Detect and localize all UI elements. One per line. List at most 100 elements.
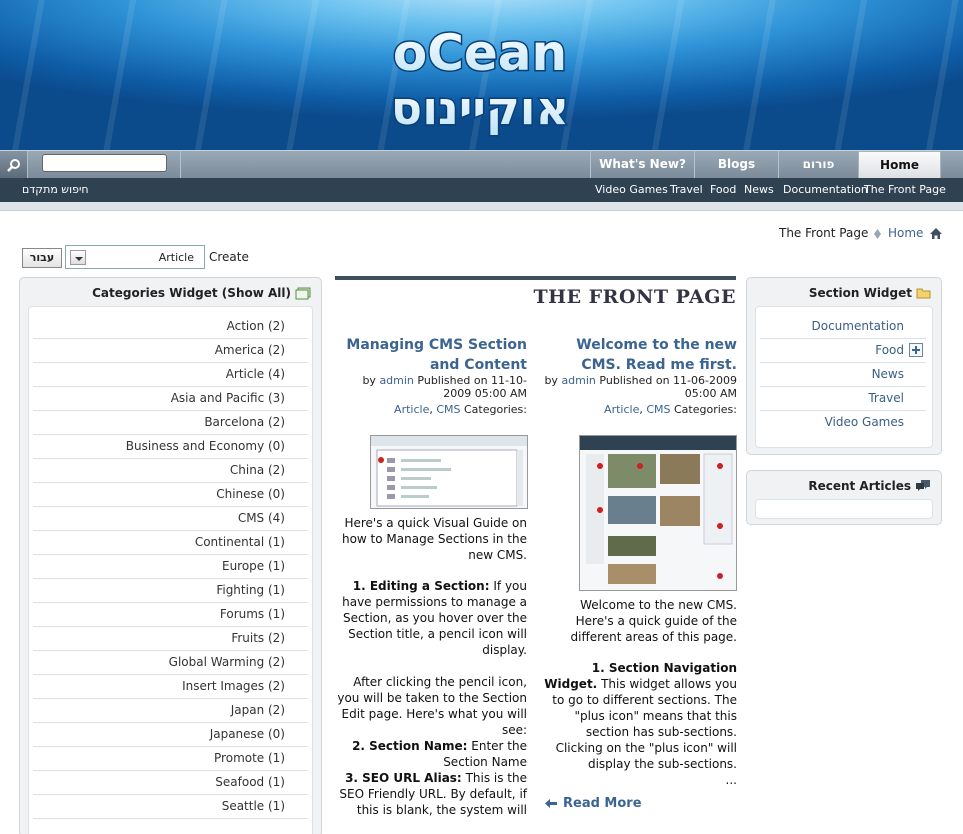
folder-icon bbox=[916, 288, 931, 299]
article1-published: Published on 11-06-2009 05:00 AM bbox=[599, 374, 737, 400]
categories-widget-title: Categories Widget (Show All) bbox=[92, 286, 291, 300]
section-item[interactable]: Video Games bbox=[825, 415, 904, 429]
category-divider bbox=[33, 602, 307, 603]
category-item[interactable]: Fighting (1) bbox=[216, 583, 285, 597]
article1-ellipsis: ... bbox=[725, 773, 737, 787]
category-divider bbox=[33, 482, 307, 483]
breadcrumb-separator-icon bbox=[874, 229, 881, 239]
read-more-label: Read More bbox=[563, 796, 642, 811]
category-item[interactable]: Chinese (0) bbox=[216, 487, 285, 501]
category-item[interactable]: Japan (2) bbox=[231, 703, 285, 717]
search-button[interactable] bbox=[0, 151, 28, 178]
article2-para4-head: 3. SEO URL Alias: bbox=[345, 771, 462, 785]
main-nav: What's New? Blogs פורום Home bbox=[0, 150, 963, 179]
logo-bottom-text: אוקיינוס bbox=[391, 81, 569, 135]
category-item[interactable]: Global Warming (2) bbox=[169, 655, 285, 669]
subnav-travel[interactable]: Travel bbox=[670, 183, 703, 196]
category-divider bbox=[33, 578, 307, 579]
category-item[interactable]: Promote (1) bbox=[214, 751, 285, 765]
category-divider bbox=[33, 626, 307, 627]
article2-by: by bbox=[362, 374, 376, 387]
advanced-search-link[interactable]: חיפוש מתקדם bbox=[22, 183, 89, 196]
article1-intro: Welcome to the new CMS. Here's a quick g… bbox=[570, 598, 737, 644]
search-icon bbox=[6, 158, 20, 172]
categories-widget-header[interactable]: Categories Widget (Show All) bbox=[92, 286, 311, 300]
article2-para3-head: 2. Section Name: bbox=[352, 739, 468, 753]
article1-categories-label: Categories: bbox=[674, 403, 737, 416]
article2-published: Published on 11-10-2009 05:00 AM bbox=[417, 374, 527, 400]
article2-para2: After clicking the pencil icon, you will… bbox=[337, 675, 527, 737]
category-item[interactable]: Article (4) bbox=[226, 367, 285, 381]
category-item[interactable]: Insert Images (2) bbox=[182, 679, 285, 693]
search-input[interactable] bbox=[42, 154, 167, 172]
article1-categories: Article, CMS Categories: bbox=[604, 403, 737, 416]
category-item[interactable]: America (2) bbox=[215, 343, 285, 357]
category-item[interactable]: Fruits (2) bbox=[231, 631, 285, 645]
category-item[interactable]: Asia and Pacific (3) bbox=[171, 391, 285, 405]
article2-para4: 3. SEO URL Alias: This is the SEO Friend… bbox=[336, 770, 527, 818]
chevron-down-icon bbox=[70, 250, 86, 265]
category-divider bbox=[33, 410, 307, 411]
category-item[interactable]: Continental (1) bbox=[195, 535, 285, 549]
category-divider bbox=[33, 458, 307, 459]
subnav-news[interactable]: News bbox=[744, 183, 774, 196]
article1-para1: 1. Section Navigation Widget. This widge… bbox=[542, 660, 737, 772]
section-item[interactable]: Documentation bbox=[811, 319, 904, 333]
category-divider bbox=[33, 794, 307, 795]
category-item[interactable]: China (2) bbox=[230, 463, 285, 477]
create-label: Create bbox=[209, 250, 249, 264]
article2-intro: Here's a quick Visual Guide on how to Ma… bbox=[341, 516, 527, 562]
article1-cat-cms[interactable]: CMS bbox=[646, 403, 670, 416]
category-item[interactable]: Seafood (1) bbox=[215, 775, 285, 789]
plus-icon[interactable] bbox=[909, 343, 923, 357]
category-item[interactable]: Seattle (1) bbox=[222, 799, 285, 813]
subnav-food[interactable]: Food bbox=[710, 183, 736, 196]
tab-forum[interactable]: פורום bbox=[778, 151, 858, 179]
recent-articles-title: Recent Articles bbox=[808, 479, 911, 493]
article2-author[interactable]: admin bbox=[379, 374, 413, 387]
category-item[interactable]: Forums (1) bbox=[220, 607, 285, 621]
tab-blogs[interactable]: Blogs bbox=[694, 151, 778, 179]
article1-title[interactable]: Welcome to the new CMS. Read me first. bbox=[542, 335, 737, 375]
subnav-front-page[interactable]: The Front Page bbox=[864, 183, 946, 196]
category-divider bbox=[33, 650, 307, 651]
category-item[interactable]: Europe (1) bbox=[222, 559, 285, 573]
category-item[interactable]: CMS (4) bbox=[238, 511, 285, 525]
category-item[interactable]: Business and Economy (0) bbox=[126, 439, 285, 453]
subnav-documentation[interactable]: Documentation bbox=[783, 183, 868, 196]
section-divider bbox=[760, 338, 926, 339]
subnav-video-games[interactable]: Video Games bbox=[595, 183, 668, 196]
go-button[interactable]: עבור bbox=[22, 248, 62, 268]
breadcrumb-home[interactable]: Home bbox=[888, 226, 923, 240]
front-page-title: THE FRONT PAGE bbox=[533, 286, 736, 308]
article2-cat-cms[interactable]: CMS bbox=[436, 403, 460, 416]
category-item[interactable]: Action (2) bbox=[227, 319, 285, 333]
tab-home[interactable]: Home bbox=[858, 151, 941, 179]
section-item[interactable]: News bbox=[872, 367, 904, 381]
article2-para1: 1. Editing a Section: If you have permis… bbox=[336, 578, 527, 658]
tab-whats-new[interactable]: What's New? bbox=[590, 151, 694, 179]
section-widget-title: Section Widget bbox=[808, 286, 912, 300]
section-item[interactable]: Travel bbox=[868, 391, 904, 405]
article1-by: by bbox=[544, 374, 558, 387]
category-divider bbox=[33, 506, 307, 507]
section-widget-header: Section Widget bbox=[809, 286, 931, 300]
section-divider bbox=[760, 410, 926, 411]
article2-thumbnail[interactable] bbox=[370, 435, 528, 509]
article1-cat-article[interactable]: Article bbox=[604, 403, 639, 416]
front-page-bar bbox=[335, 276, 736, 280]
category-item[interactable]: Japanese (0) bbox=[210, 727, 285, 741]
article2-para3: 2. Section Name: Enter the Section Name bbox=[336, 738, 527, 770]
screenshot-image bbox=[580, 436, 736, 584]
section-item[interactable]: Food bbox=[875, 343, 904, 357]
arrow-left-icon bbox=[545, 799, 557, 808]
article2-cat-article[interactable]: Article bbox=[394, 403, 429, 416]
article2-categories: Article, CMS Categories: bbox=[394, 403, 527, 416]
category-item[interactable]: Barcelona (2) bbox=[204, 415, 285, 429]
article1-thumbnail[interactable] bbox=[579, 435, 737, 591]
create-type-select[interactable]: Article bbox=[65, 245, 205, 269]
article2-title[interactable]: Managing CMS Section and Content bbox=[336, 335, 527, 375]
read-more-link[interactable]: Read More bbox=[545, 796, 642, 811]
article1-author[interactable]: admin bbox=[561, 374, 595, 387]
section-divider bbox=[760, 362, 926, 363]
